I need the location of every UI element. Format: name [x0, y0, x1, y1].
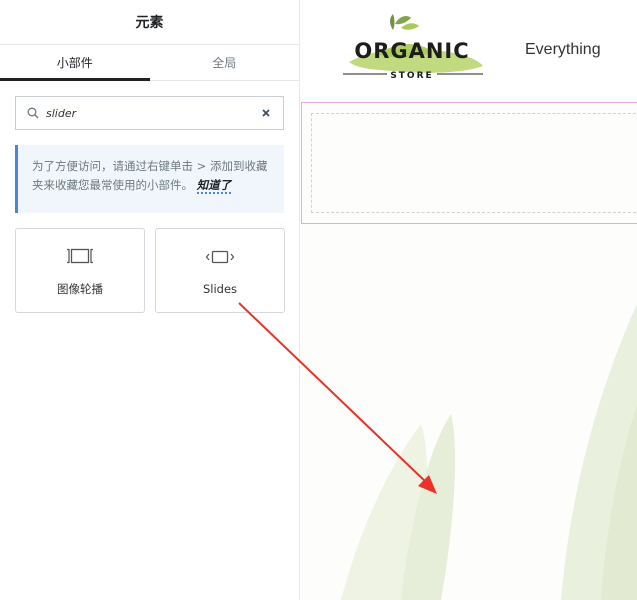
logo-sub-text: STORE [390, 71, 433, 81]
page-preview: ORGANIC STORE Everything [301, 0, 637, 600]
leaf-background-decoration [341, 304, 637, 600]
elements-panel: 元素 小部件 全局 为了方便访问，请通过右键单击 > 添加到收藏夹来收藏您最常使… [0, 0, 300, 600]
widget-label: 图像轮播 [57, 281, 103, 296]
image-carousel-icon [66, 245, 94, 267]
notice-dismiss-link[interactable]: 知道了 [196, 178, 232, 194]
logo-main-text: ORGANIC [354, 39, 469, 63]
widget-slides[interactable]: Slides [155, 228, 285, 313]
tab-global[interactable]: 全局 [150, 45, 300, 80]
widget-grid: 图像轮播 Slides [0, 213, 299, 313]
search-input[interactable] [46, 106, 259, 120]
site-header: ORGANIC STORE Everything [301, 0, 637, 102]
widget-image-carousel[interactable]: 图像轮播 [15, 228, 145, 313]
editor-section[interactable] [301, 102, 637, 224]
search-wrapper [0, 81, 299, 130]
panel-title: 元素 [135, 15, 164, 31]
favorites-notice: 为了方便访问，请通过右键单击 > 添加到收藏夹来收藏您最常使用的小部件。 知道了 [15, 145, 284, 213]
widget-drop-area[interactable] [311, 113, 637, 213]
widget-label: Slides [202, 281, 238, 296]
panel-header: 元素 [0, 0, 299, 45]
nav-item-everything[interactable]: Everything [525, 41, 601, 59]
notice-text: 为了方便访问，请通过右键单击 > 添加到收藏夹来收藏您最常使用的小部件。 [32, 159, 268, 192]
search-icon [26, 106, 40, 120]
panel-tabs: 小部件 全局 [0, 45, 299, 81]
tab-widgets[interactable]: 小部件 [0, 45, 150, 81]
clear-search-icon[interactable] [259, 106, 273, 120]
search-box [15, 96, 284, 130]
slides-icon [205, 246, 235, 268]
organic-store-logo[interactable]: ORGANIC STORE [337, 12, 487, 84]
